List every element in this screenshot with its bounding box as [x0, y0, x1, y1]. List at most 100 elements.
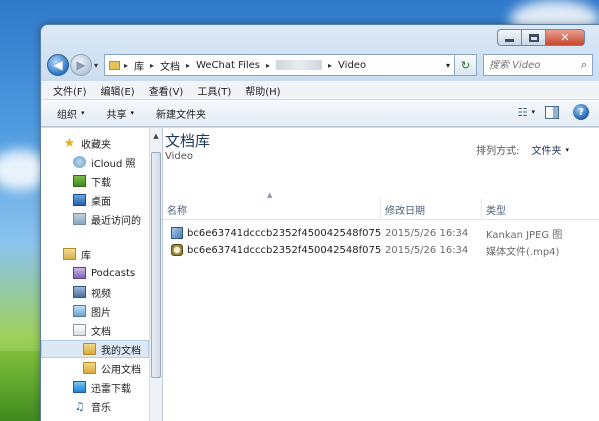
organize-label: 组织	[57, 109, 77, 121]
minimize-icon	[505, 38, 514, 42]
search-icon[interactable]: ⌕	[581, 58, 587, 72]
close-button[interactable]: ✕	[545, 29, 585, 46]
chevron-down-icon[interactable]: ▾	[565, 146, 569, 154]
breadcrumb-documents[interactable]: 文档	[160, 58, 180, 73]
sidebar-item-podcasts[interactable]: Podcasts	[41, 264, 149, 282]
arrange-by-dropdown[interactable]: 文件夹	[531, 142, 561, 157]
sidebar-item-libraries[interactable]: 库	[41, 245, 149, 263]
sidebar-item-label: Podcasts	[91, 267, 136, 279]
podcast-icon	[73, 267, 86, 279]
sidebar-item-public-documents[interactable]: 公用文档	[41, 359, 149, 377]
menu-edit[interactable]: 编辑(E)	[101, 83, 135, 98]
icloud-icon	[73, 156, 86, 168]
address-dropdown-icon[interactable]: ▾	[440, 61, 450, 70]
menu-help[interactable]: 帮助(H)	[245, 83, 280, 98]
sidebar-item-videos[interactable]: 视频	[41, 283, 149, 301]
file-row[interactable]: bc6e63741dcccb2352f450042548f075 2015/5/…	[163, 242, 599, 259]
file-type: 媒体文件(.mp4)	[486, 247, 560, 258]
library-title: 文档库	[165, 132, 211, 150]
scroll-up-icon[interactable]: ▲	[150, 132, 162, 140]
file-date: 2015/5/26 16:34	[385, 228, 469, 239]
chevron-right-icon[interactable]: ▸	[328, 61, 332, 70]
document-icon	[73, 324, 86, 336]
breadcrumb-wechat-files[interactable]: WeChat Files	[196, 60, 260, 71]
refresh-icon: ↻	[460, 58, 471, 72]
chevron-right-icon[interactable]: ▸	[124, 61, 128, 70]
column-header-name[interactable]: 名称	[163, 198, 381, 220]
sidebar-item-downloads[interactable]: 下载	[41, 172, 149, 190]
file-name: bc6e63741dcccb2352f450042548f075	[187, 228, 382, 239]
chevron-right-icon[interactable]: ▸	[266, 61, 270, 70]
help-glyph: ?	[578, 106, 584, 118]
star-icon: ★	[63, 135, 76, 151]
sidebar-item-label: 迅雷下载	[91, 383, 131, 395]
sidebar-item-icloud-photos[interactable]: iCloud 照	[41, 153, 149, 171]
chevron-right-icon[interactable]: ▸	[186, 61, 190, 70]
menu-file[interactable]: 文件(F)	[53, 83, 87, 98]
sidebar-item-label: iCloud 照	[91, 158, 136, 170]
scroll-thumb[interactable]	[151, 152, 161, 378]
column-header-type[interactable]: 类型	[482, 198, 599, 220]
sidebar-item-pictures[interactable]: 图片	[41, 302, 149, 320]
refresh-button[interactable]: ↻	[455, 54, 477, 76]
music-icon: ♫	[74, 399, 85, 413]
share-label: 共享	[106, 109, 127, 121]
sidebar-item-label: 库	[81, 250, 91, 262]
navigation-pane-scrollbar[interactable]: ▲	[149, 128, 163, 421]
chevron-down-icon: ▾	[81, 109, 85, 117]
maximize-button[interactable]	[521, 29, 545, 46]
breadcrumb-video[interactable]: Video	[338, 60, 366, 71]
navigation-bar: ◀ ▶ ▾ ▸ 库 ▸ 文档 ▸ WeChat Files ▸ ▸ Video …	[47, 51, 593, 79]
breadcrumb-redacted[interactable]	[276, 60, 323, 70]
sidebar-item-desktop[interactable]: 桌面	[41, 191, 149, 209]
chevron-right-icon[interactable]: ▸	[150, 61, 154, 70]
forward-arrow-icon: ▶	[76, 58, 86, 72]
maximize-icon	[528, 33, 539, 42]
video-library-icon	[73, 286, 86, 298]
new-folder-button[interactable]: 新建文件夹	[156, 106, 206, 121]
help-icon[interactable]: ?	[573, 104, 589, 120]
sidebar-item-documents[interactable]: 文档	[41, 321, 149, 339]
caption-buttons: ✕	[497, 29, 585, 46]
view-options-icon[interactable]: ☷	[518, 106, 528, 119]
menu-bar: 文件(F) 编辑(E) 查看(V) 工具(T) 帮助(H)	[41, 81, 599, 100]
library-icon	[63, 248, 76, 260]
share-button[interactable]: 共享 ▾	[107, 106, 135, 121]
close-icon: ✕	[560, 31, 570, 44]
sidebar-item-thunder-downloads[interactable]: 迅雷下载	[41, 378, 149, 396]
menu-view[interactable]: 查看(V)	[149, 83, 184, 98]
organize-button[interactable]: 组织 ▾	[57, 106, 85, 121]
thunder-download-icon	[73, 381, 86, 393]
menu-tools[interactable]: 工具(T)	[197, 83, 231, 98]
search-box[interactable]: ⌕	[483, 54, 593, 76]
sidebar-item-my-documents[interactable]: 我的文档	[41, 340, 149, 358]
preview-pane-icon[interactable]	[545, 105, 559, 119]
folder-icon	[83, 362, 96, 374]
command-bar: 组织 ▾ 共享 ▾ 新建文件夹 ☷ ▾ ?	[41, 100, 599, 127]
media-file-icon	[171, 244, 183, 256]
file-type: Kankan JPEG 图	[486, 230, 563, 241]
minimize-button[interactable]	[497, 29, 521, 46]
column-header-date-modified[interactable]: 修改日期	[381, 198, 482, 220]
search-input[interactable]	[489, 59, 575, 71]
sidebar-item-label: 下载	[91, 177, 111, 189]
sidebar-item-favorites[interactable]: ★ 收藏夹	[41, 134, 149, 152]
sidebar-item-recent-places[interactable]: 最近访问的	[41, 210, 149, 228]
file-date: 2015/5/26 16:34	[385, 245, 469, 256]
explorer-window: ✕ ◀ ▶ ▾ ▸ 库 ▸ 文档 ▸ WeChat Files ▸ ▸ Vide…	[40, 24, 599, 421]
recent-pages-dropdown[interactable]: ▾	[94, 61, 98, 70]
new-folder-label: 新建文件夹	[156, 109, 207, 121]
navigation-pane: ★ 收藏夹 iCloud 照 下载 桌面 最近访问的 库 Podcasts 视频…	[41, 128, 149, 421]
sidebar-item-label: 我的文档	[101, 345, 141, 357]
sidebar-item-music[interactable]: ♫ 音乐	[41, 397, 149, 415]
chevron-down-icon[interactable]: ▾	[531, 108, 535, 116]
sidebar-item-label: 音乐	[91, 402, 111, 414]
back-button[interactable]: ◀	[47, 54, 69, 76]
folder-icon	[83, 343, 96, 355]
file-row[interactable]: bc6e63741dcccb2352f450042548f075 2015/5/…	[163, 225, 599, 242]
breadcrumb-library[interactable]: 库	[134, 58, 144, 73]
address-bar[interactable]: ▸ 库 ▸ 文档 ▸ WeChat Files ▸ ▸ Video ▾	[104, 54, 455, 76]
recent-places-icon	[73, 213, 86, 225]
sidebar-item-label: 视频	[91, 288, 111, 300]
forward-button[interactable]: ▶	[70, 54, 92, 76]
